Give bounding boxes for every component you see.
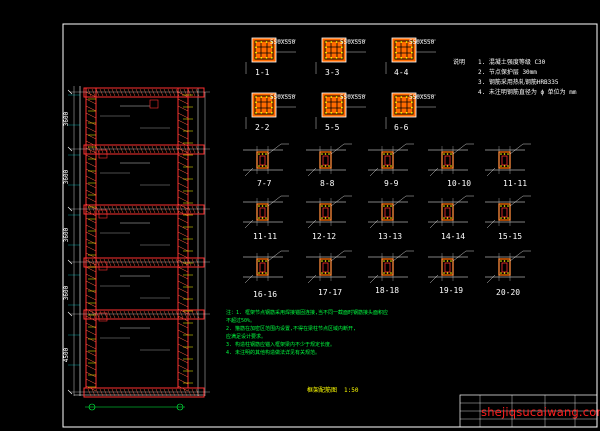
section-dim: 550X550 [270,94,296,101]
section-dim: 550X550 [409,94,435,101]
level-dim: 3600 [63,227,71,243]
watermark: shejiqsucaiwang.com [481,405,600,419]
section-dim: 550X550 [270,39,296,46]
construction-note: 4. 未注明的其他构造做法详见有关规范。 [226,350,321,356]
detail-label: 17-17 [318,288,343,297]
detail-label: 9-9 [384,179,399,188]
section-label: 6-6 [394,123,409,132]
detail-label: 18-18 [375,286,400,295]
detail-label: 12-12 [312,232,337,241]
spec-note: 1. 混凝土强度等级 C30 [478,59,546,66]
section-label: 1-1 [255,68,270,77]
level-dim: 3600 [63,169,71,185]
detail-label: 10-10 [447,179,472,188]
section-dim: 550X550 [340,94,366,101]
level-dim: 3600 [63,111,71,127]
detail-label: 14-14 [441,232,466,241]
spec-note: 4. 未注明钢筋直径为 ϕ 单位为 mm [478,89,577,96]
detail-label: 11-11 [503,179,528,188]
detail-label: 19-19 [439,286,464,295]
section-dim: 550X550 [340,39,366,46]
spec-notes-title: 说明 [453,59,466,66]
detail-label: 8-8 [320,179,335,188]
section-dim: 550X550 [409,39,435,46]
detail-label: 7-7 [257,179,272,188]
section-label: 4-4 [394,68,409,77]
elevation-title: 框架配筋图 [307,387,338,394]
detail-label: 15-15 [498,232,523,241]
spec-note: 3. 钢筋采用热轧钢筋HRB335 [478,79,559,86]
section-label: 3-3 [325,68,340,77]
detail-label: 20-20 [496,288,521,297]
detail-label: 16-16 [253,290,278,299]
section-label: 5-5 [325,123,340,132]
spec-note: 2. 节点保护层 30mm [478,69,537,76]
level-dim: 3600 [63,285,71,301]
elevation-scale: 1:50 [344,387,359,394]
section-label: 2-2 [255,123,270,132]
level-dim: 4500 [63,347,71,363]
detail-label: 13-13 [378,232,403,241]
detail-label: 11-11 [253,232,278,241]
